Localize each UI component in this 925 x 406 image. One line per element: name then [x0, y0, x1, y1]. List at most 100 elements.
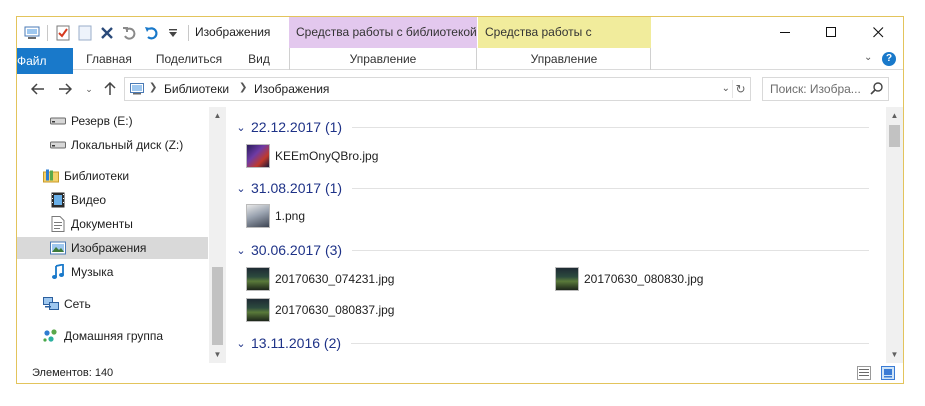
refresh-icon[interactable]: ↻ — [732, 80, 748, 98]
scroll-up-icon[interactable]: ▲ — [209, 107, 226, 124]
collapse-group-chevron-icon[interactable]: ⌄ — [233, 182, 249, 195]
address-history-chevron-icon[interactable]: ⌄ — [722, 83, 730, 94]
delete-icon[interactable] — [98, 24, 116, 42]
nav-item-network[interactable]: Сеть — [17, 293, 208, 315]
nav-item-label: Библиотеки — [64, 169, 130, 183]
customize-toolbar-chevron-icon[interactable] — [164, 24, 182, 42]
homegroup-icon — [43, 328, 59, 344]
expand-ribbon-chevron-icon[interactable]: ⌄ — [864, 52, 872, 63]
maximize-button[interactable] — [808, 17, 854, 48]
group-header-label: 13.11.2016 (2) — [251, 335, 342, 351]
file-name: 20170630_080830.jpg — [584, 272, 704, 286]
content-scrollbar-thumb[interactable] — [889, 125, 900, 147]
minimize-button[interactable] — [762, 17, 808, 48]
scroll-down-icon[interactable]: ▼ — [209, 346, 226, 363]
nav-item-video[interactable]: Видео — [17, 189, 208, 211]
group-divider — [352, 187, 869, 189]
collapse-group-chevron-icon[interactable]: ⌄ — [233, 121, 249, 134]
tab-view[interactable]: Вид — [239, 48, 279, 70]
documents-icon — [50, 216, 66, 232]
nav-item-backup-drive[interactable]: Резерв (E:) — [17, 110, 208, 132]
list-item[interactable]: 20170630_080837.jpg — [246, 297, 394, 323]
group-header[interactable]: ⌄ 30.06.2017 (3) — [233, 240, 869, 260]
up-button[interactable] — [101, 80, 119, 98]
nav-item-homegroup[interactable]: Домашняя группа — [17, 325, 208, 347]
ribbon-tabs: Файл Главная Поделиться Вид Управление У… — [17, 48, 903, 74]
tab-share[interactable]: Поделиться — [149, 48, 229, 70]
breadcrumb-separator-icon[interactable]: ❯ — [149, 82, 157, 93]
image-thumbnail — [246, 267, 270, 291]
nav-scrollbar[interactable]: ▲ ▼ — [209, 107, 226, 363]
image-thumbnail — [246, 298, 270, 322]
nav-item-libraries[interactable]: Библиотеки — [17, 165, 208, 187]
undo-icon[interactable] — [142, 24, 160, 42]
address-row: ⌄ ❯ Библиотеки ❯ Изображения ⌄ ↻ Поиск: … — [17, 71, 903, 107]
search-box[interactable]: Поиск: Изобра... — [762, 77, 889, 101]
back-button[interactable] — [29, 80, 47, 98]
recent-locations-chevron-icon[interactable]: ⌄ — [80, 80, 98, 98]
group-header[interactable]: ⌄ 22.12.2017 (1) — [233, 117, 869, 137]
status-bar: Элементов: 140 — [17, 363, 903, 383]
close-icon — [872, 27, 883, 38]
new-folder-icon[interactable] — [76, 24, 94, 42]
nav-item-documents[interactable]: Документы — [17, 213, 208, 235]
drive-icon — [50, 113, 66, 129]
tab-library-manage[interactable]: Управление — [289, 48, 477, 70]
libraries-icon — [43, 168, 59, 184]
breadcrumb-separator-icon[interactable]: ❯ — [239, 82, 247, 93]
drive-icon — [50, 137, 66, 153]
group-header[interactable]: ⌄ 13.11.2016 (2) — [233, 333, 869, 353]
list-item[interactable]: 1.png — [246, 203, 305, 229]
nav-item-pictures[interactable]: Изображения — [17, 237, 208, 259]
network-icon — [43, 296, 59, 312]
image-thumbnail — [246, 144, 270, 168]
nav-item-label: Изображения — [71, 241, 147, 255]
nav-item-label: Видео — [71, 193, 107, 207]
libraries-location-icon — [130, 83, 144, 98]
forward-button[interactable] — [56, 80, 74, 98]
collapse-group-chevron-icon[interactable]: ⌄ — [233, 337, 249, 350]
computer-icon[interactable] — [23, 24, 41, 42]
breadcrumb-pictures[interactable]: Изображения — [254, 82, 329, 96]
list-item[interactable]: 20170630_074231.jpg — [246, 266, 394, 292]
content-scrollbar[interactable]: ▲ ▼ — [886, 107, 903, 363]
group-header-label: 31.08.2017 (1) — [251, 180, 343, 196]
search-input[interactable]: Поиск: Изобра... — [770, 82, 861, 96]
close-button[interactable] — [855, 17, 901, 48]
nav-scrollbar-thumb[interactable] — [212, 267, 223, 345]
help-icon[interactable]: ? — [882, 52, 896, 66]
pictures-icon — [50, 240, 66, 256]
minimize-icon — [779, 32, 790, 33]
rename-undo-icon[interactable] — [120, 24, 138, 42]
details-view-icon[interactable] — [857, 366, 871, 380]
file-name: 20170630_074231.jpg — [275, 272, 395, 286]
picture-tools-header: Средства работы с рисунками — [478, 17, 651, 70]
image-thumbnail — [555, 267, 579, 291]
properties-icon[interactable] — [54, 24, 72, 42]
group-header-label: 22.12.2017 (1) — [251, 119, 343, 135]
nav-item-music[interactable]: Музыка — [17, 261, 208, 283]
up-arrow-icon — [104, 82, 116, 95]
large-icons-view-icon[interactable] — [881, 366, 895, 380]
tab-picture-manage[interactable]: Управление — [478, 48, 651, 70]
nav-item-local-disk[interactable]: Локальный диск (Z:) — [17, 134, 208, 156]
file-list: ⌄ 22.12.2017 (1) KEEmOnyQBro.jpg ⌄ 31.08… — [227, 107, 903, 363]
group-divider — [352, 249, 869, 251]
group-header[interactable]: ⌄ 31.08.2017 (1) — [233, 178, 869, 198]
toolbar-separator — [188, 25, 189, 41]
list-item[interactable]: KEEmOnyQBro.jpg — [246, 143, 378, 169]
file-name: 20170630_080837.jpg — [275, 303, 395, 317]
window-title: Изображения — [195, 25, 271, 39]
tab-home[interactable]: Главная — [77, 48, 141, 70]
file-name: KEEmOnyQBro.jpg — [275, 149, 379, 163]
search-icon — [870, 81, 884, 98]
music-icon — [50, 264, 66, 280]
address-bar[interactable]: ❯ Библиотеки ❯ Изображения ⌄ ↻ — [124, 77, 751, 101]
collapse-group-chevron-icon[interactable]: ⌄ — [233, 244, 249, 257]
title-bar: Изображения Средства работы с библиотеко… — [17, 17, 903, 70]
maximize-icon — [825, 27, 836, 37]
list-item[interactable]: 20170630_080830.jpg — [555, 266, 703, 292]
scroll-up-icon[interactable]: ▲ — [886, 107, 903, 124]
breadcrumb-libraries[interactable]: Библиотеки — [164, 82, 229, 96]
scroll-down-icon[interactable]: ▼ — [886, 346, 903, 363]
